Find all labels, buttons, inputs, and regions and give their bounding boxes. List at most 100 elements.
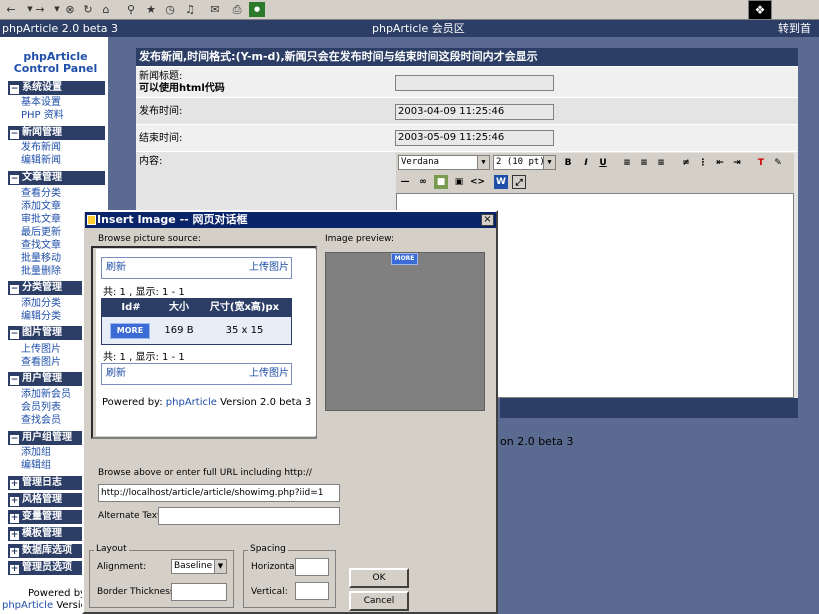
home-icon[interactable]: ⌂ <box>98 2 114 17</box>
logo-line-2: Control Panel <box>13 62 98 75</box>
image-icon[interactable]: ■ <box>434 175 448 189</box>
image-thumbnail[interactable]: MORE <box>110 323 150 339</box>
sidebar-item-edit-news[interactable]: 编辑新闻 <box>21 155 61 167</box>
sidebar-item-upload-image[interactable]: 上传图片 <box>21 344 61 356</box>
align-center-icon[interactable]: ≡ <box>637 156 651 170</box>
sidebar-item-approve-articles[interactable]: 审批文章 <box>21 214 61 226</box>
vertical-spacing-input[interactable] <box>295 582 329 600</box>
bold-button[interactable]: B <box>561 156 575 170</box>
messenger-icon[interactable]: ● <box>249 2 265 17</box>
sidebar-item-batch-delete[interactable]: 批量删除 <box>21 266 61 278</box>
media-icon[interactable]: ♫ <box>182 2 198 17</box>
align-right-icon[interactable]: ≡ <box>654 156 668 170</box>
sidebar-footer-link[interactable]: phpArticle <box>2 600 53 611</box>
link-icon[interactable]: ∞ <box>416 175 430 189</box>
sidebar-item-edit-group[interactable]: 编辑组 <box>21 460 51 472</box>
powered-by-link[interactable]: phpArticle <box>166 397 217 408</box>
sidebar-footer-powered: Powered by <box>28 588 86 599</box>
indent-icon[interactable]: ⇥ <box>730 156 744 170</box>
sidebar-item-add-category[interactable]: 添加分类 <box>21 298 61 310</box>
table-cell-dimensions: 35 x 15 <box>225 325 264 336</box>
unordered-list-icon[interactable]: ⋮ <box>696 156 710 170</box>
border-thickness-label: Border Thickness: <box>97 587 178 597</box>
sidebar-item-member-list[interactable]: 会员列表 <box>21 402 61 414</box>
powered-by-line: Powered by: phpArticle Version 2.0 beta … <box>102 397 312 408</box>
browse-bottom-bar: 刷新 上传图片 <box>101 363 292 385</box>
table-icon[interactable]: ▣ <box>452 175 466 189</box>
sidebar-item-publish-news[interactable]: 发布新闻 <box>21 142 61 154</box>
search-icon[interactable]: ⚲ <box>123 2 139 17</box>
alt-text-label: Alternate Text: <box>98 511 164 521</box>
publish-time-input[interactable]: 2003-04-09 11:25:46 <box>395 104 554 120</box>
text-color-icon[interactable]: T <box>754 156 768 170</box>
sidebar-item-add-group[interactable]: 添加组 <box>21 447 51 459</box>
source-code-icon[interactable]: <> <box>470 175 485 189</box>
expand-icon: + <box>10 479 19 489</box>
expand-icon: − <box>10 434 19 444</box>
expand-icon: − <box>10 84 19 94</box>
news-title-input[interactable] <box>395 75 554 91</box>
horizontal-label: Horizontal: <box>251 562 300 572</box>
alt-text-input[interactable] <box>158 507 340 525</box>
sidebar-item-batch-move[interactable]: 批量移动 <box>21 253 61 265</box>
sidebar-item-view-images[interactable]: 查看图片 <box>21 357 61 369</box>
align-left-icon[interactable]: ≡ <box>620 156 634 170</box>
upload-image-link-bottom[interactable]: 上传图片 <box>249 364 289 384</box>
ordered-list-icon[interactable]: ≠ <box>679 156 693 170</box>
forward-icon[interactable]: → <box>32 2 48 17</box>
horizontal-spacing-input[interactable] <box>295 558 329 576</box>
font-family-select[interactable]: Verdana ▼ <box>398 155 490 170</box>
sidebar-item-find-article[interactable]: 查找文章 <box>21 240 61 252</box>
sidebar-item-edit-category[interactable]: 编辑分类 <box>21 311 61 323</box>
sidebar-item-php-info[interactable]: PHP 资料 <box>21 110 64 122</box>
expand-icon: − <box>10 284 19 294</box>
url-label: Browse above or enter full URL including… <box>98 468 312 478</box>
sidebar-footer: phpArticle Versio <box>2 600 87 611</box>
refresh-icon[interactable]: ↻ <box>80 2 96 17</box>
alignment-select[interactable]: Baseline ▼ <box>171 559 227 574</box>
sidebar-item-find-member[interactable]: 查找会员 <box>21 415 61 427</box>
browse-source-label: Browse picture source: <box>98 234 201 244</box>
section-article-management[interactable]: − 文章管理 <box>8 171 105 185</box>
chevron-down-icon: ▼ <box>477 156 489 169</box>
sidebar-item-add-article[interactable]: 添加文章 <box>21 201 61 213</box>
image-url-input[interactable]: http://localhost/article/article/showimg… <box>98 484 340 502</box>
news-title-row: 新闻标题: 可以使用html代码 <box>136 66 798 97</box>
refresh-link-bottom[interactable]: 刷新 <box>106 364 126 384</box>
chevron-down-icon: ▼ <box>543 156 555 169</box>
record-count: 共: 1 , 显示: 1 - 1 <box>103 287 185 298</box>
sidebar-item-view-categories[interactable]: 查看分类 <box>21 188 61 200</box>
fullscreen-icon[interactable]: ⤢ <box>512 175 526 189</box>
highlight-icon[interactable]: ✎ <box>771 156 785 170</box>
ok-button[interactable]: OK <box>349 568 409 588</box>
section-system-settings[interactable]: − 系统设置 <box>8 81 105 95</box>
stop-icon[interactable]: ⊗ <box>62 2 78 17</box>
outdent-icon[interactable]: ⇤ <box>713 156 727 170</box>
history-icon[interactable]: ◷ <box>162 2 178 17</box>
font-size-select[interactable]: 2 (10 pt) ▼ <box>493 155 556 170</box>
section-news-management[interactable]: − 新闻管理 <box>8 126 105 140</box>
favorites-icon[interactable]: ★ <box>143 2 159 17</box>
border-thickness-input[interactable] <box>171 583 227 601</box>
vertical-label: Vertical: <box>251 587 288 597</box>
sidebar-item-basic-settings[interactable]: 基本设置 <box>21 97 61 109</box>
italic-button[interactable]: I <box>579 156 593 170</box>
word-paste-icon[interactable]: W <box>494 175 508 189</box>
expand-icon: + <box>10 496 19 506</box>
end-time-input[interactable]: 2003-05-09 11:25:46 <box>395 130 554 146</box>
underline-button[interactable]: U <box>596 156 610 170</box>
close-icon[interactable]: × <box>481 214 494 226</box>
sidebar-item-latest-updates[interactable]: 最后更新 <box>21 227 61 239</box>
cancel-button[interactable]: Cancel <box>349 591 409 611</box>
back-icon[interactable]: ← <box>3 2 19 17</box>
alignment-label: Alignment: <box>97 562 147 572</box>
mail-icon[interactable]: ✉ <box>207 2 223 17</box>
print-icon[interactable]: ⎙ <box>229 2 245 17</box>
expand-icon: − <box>10 174 19 184</box>
upload-image-link[interactable]: 上传图片 <box>249 258 289 278</box>
column-header-size: 大小 <box>160 299 198 317</box>
sidebar-item-add-member[interactable]: 添加新会员 <box>21 389 71 401</box>
horizontal-rule-icon[interactable]: — <box>398 175 412 189</box>
form-footer-bar <box>500 398 798 418</box>
refresh-link[interactable]: 刷新 <box>106 258 126 278</box>
